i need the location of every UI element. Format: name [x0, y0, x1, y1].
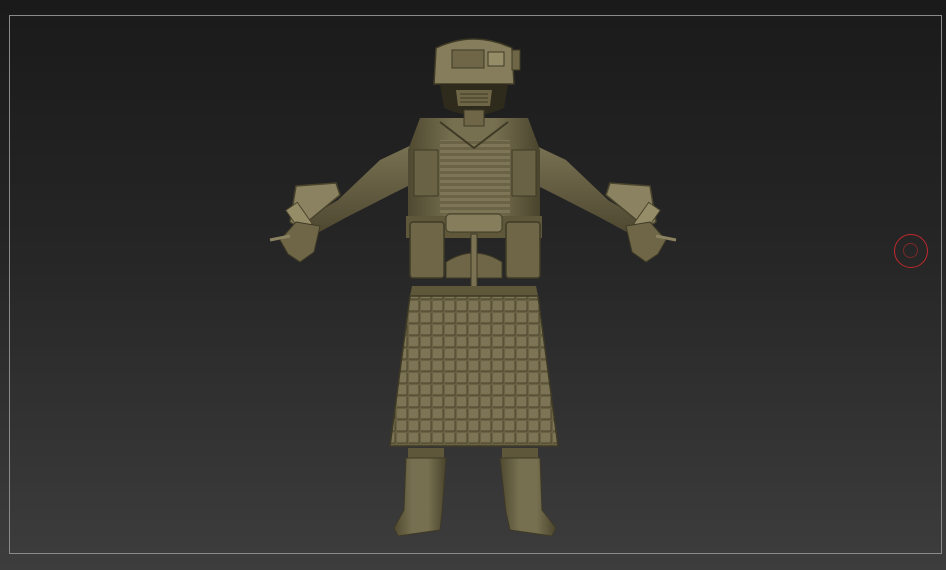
tiled-kilt: [389, 295, 559, 447]
left-boot: [393, 448, 447, 537]
rotation-gizmo-icon[interactable]: [894, 234, 928, 268]
helmet: [433, 38, 521, 127]
left-arm: [269, 142, 420, 263]
armored-soldier-model: [269, 38, 677, 537]
canvas-viewport[interactable]: [0, 0, 946, 570]
right-boot: [499, 448, 557, 537]
right-arm: [526, 142, 677, 263]
gizmo-center: [903, 243, 918, 258]
torso-vest: [408, 118, 540, 220]
